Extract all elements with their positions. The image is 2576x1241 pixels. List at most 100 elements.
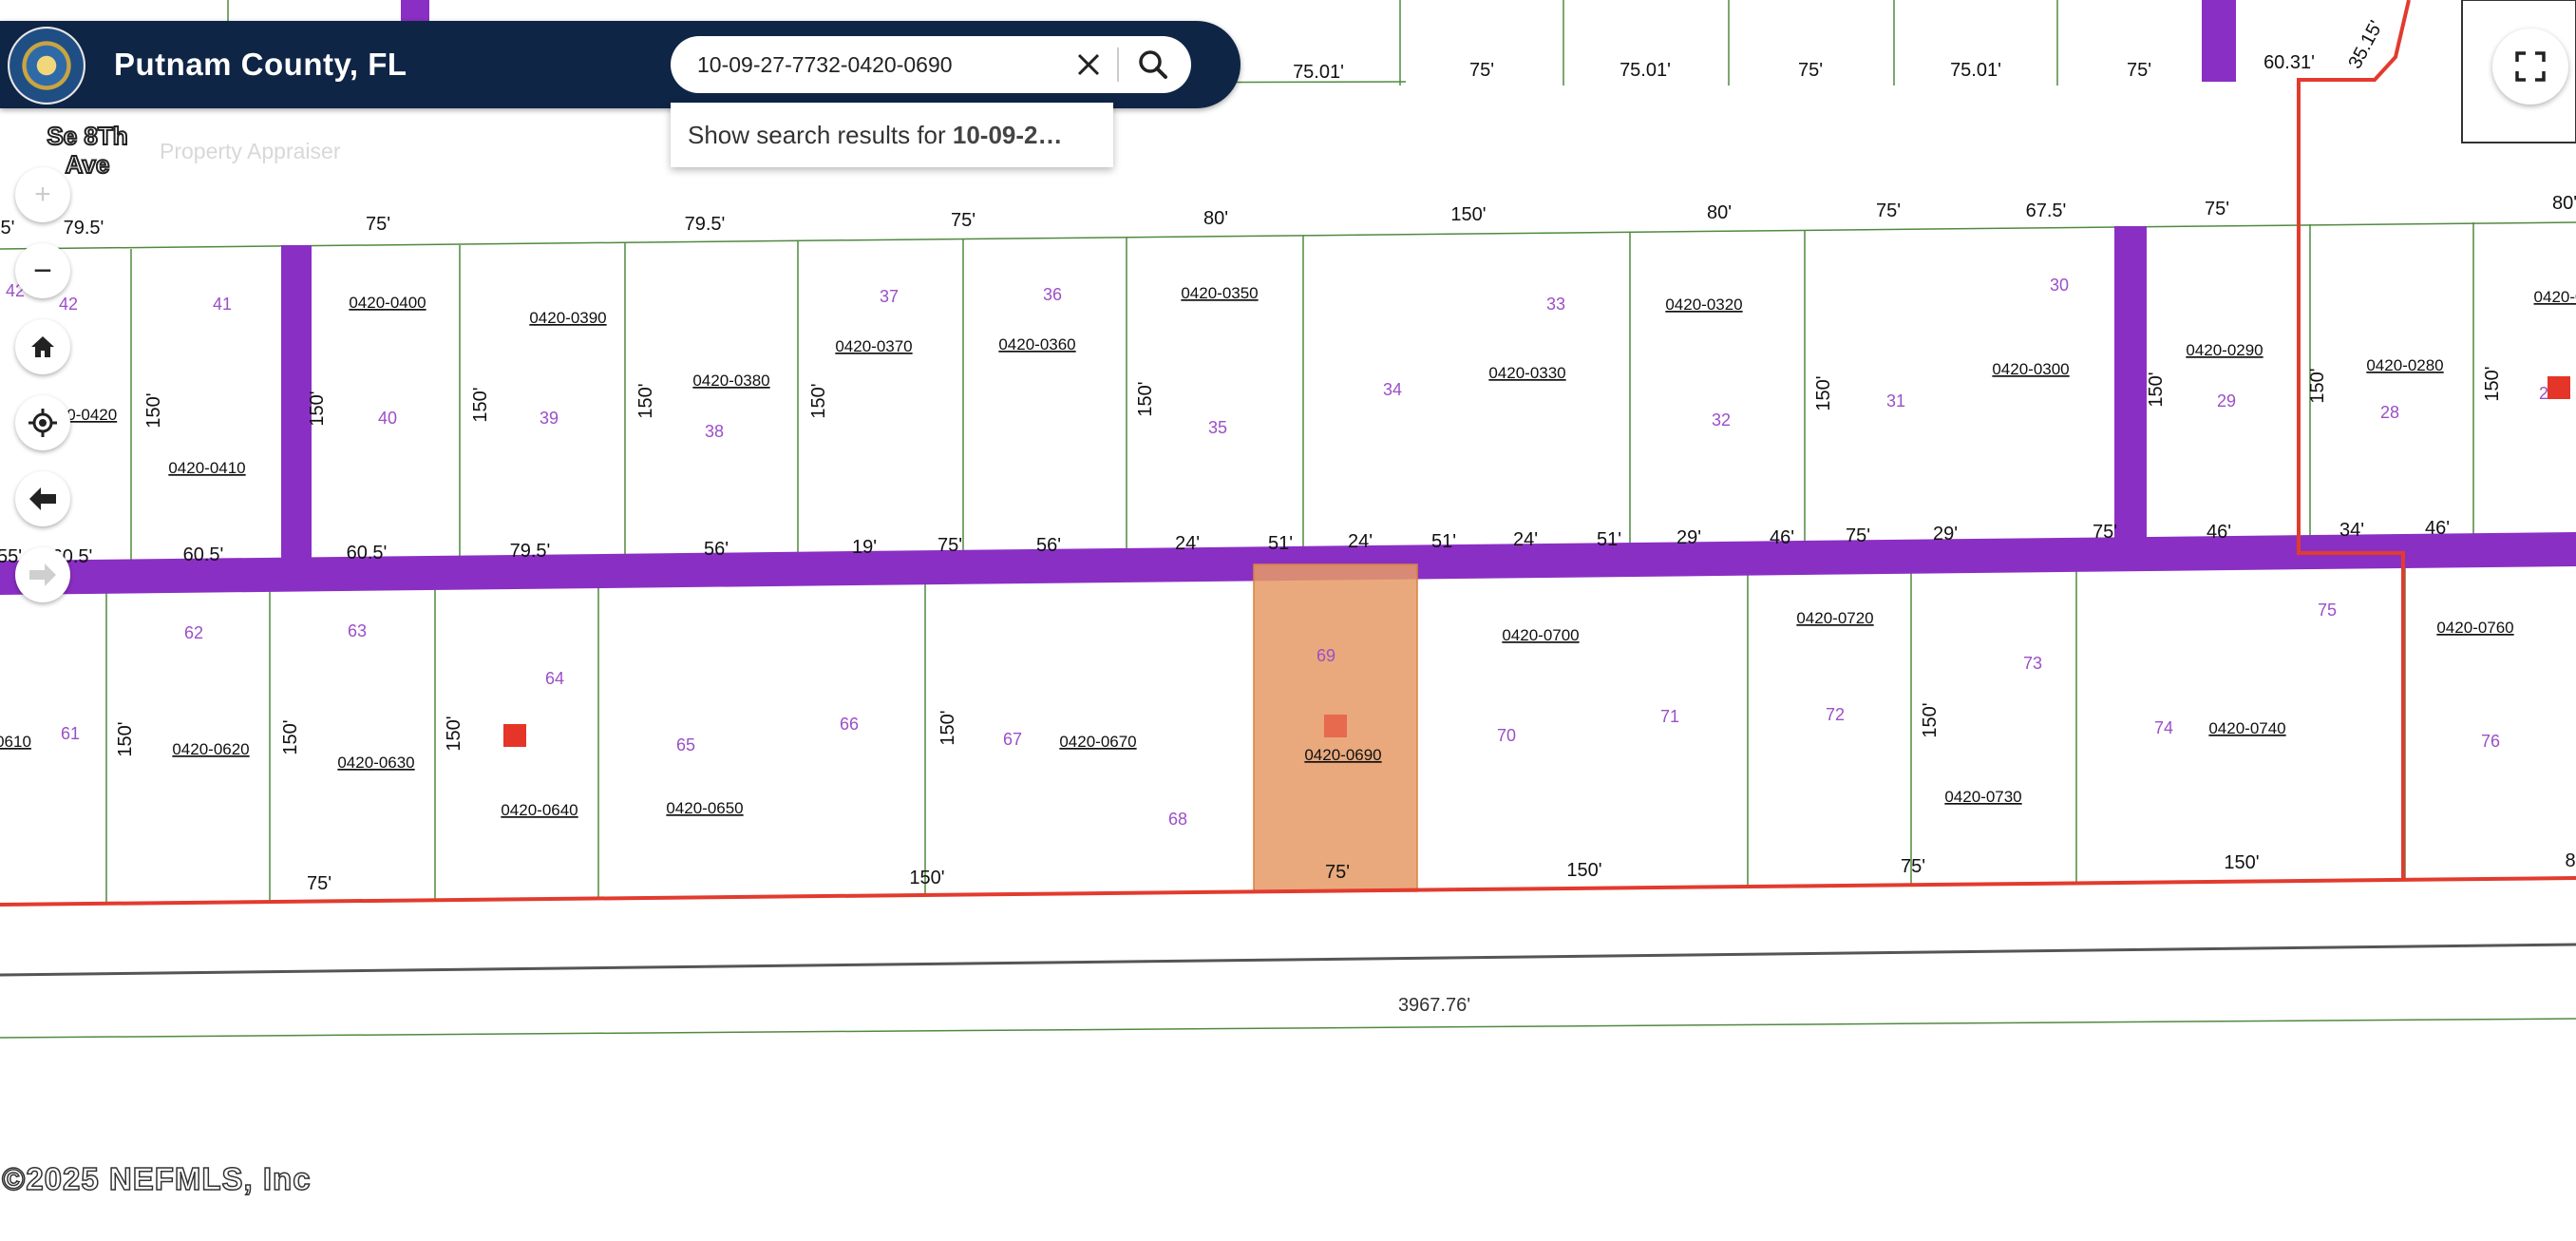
search-button[interactable]: [1132, 44, 1174, 86]
arrow-left-icon: [29, 487, 56, 510]
dimension-label: 150': [444, 716, 464, 751]
dimension-label: 67.5': [2026, 200, 2067, 221]
parcel-id-label[interactable]: 0420-0350: [1181, 284, 1258, 302]
dimension-label: 19': [852, 537, 877, 558]
lot-number-label: 39: [540, 409, 559, 428]
dimension-label: 24': [1175, 533, 1200, 554]
lot-number-label: 37: [880, 287, 899, 306]
parcel-id-label[interactable]: 0420-0740: [2208, 719, 2285, 737]
lot-number-label: 35: [1208, 418, 1227, 437]
search-suggestion[interactable]: Show search results for 10-09-2…: [671, 103, 1113, 167]
zoom-in-button[interactable]: +: [15, 167, 70, 222]
dimension-label: 75': [2205, 199, 2229, 220]
lot-number-label: 72: [1826, 705, 1845, 724]
lot-number-label: 67: [1003, 730, 1022, 749]
dimension-label: 150': [938, 710, 958, 745]
dimension-label: 75': [1846, 525, 1870, 546]
faded-watermark-label: Property Appraiser: [160, 139, 341, 163]
parcel-id-label[interactable]: 0420-0370: [835, 337, 912, 355]
dimension-label: 34': [2339, 520, 2364, 541]
dimension-label: 24': [1513, 529, 1538, 550]
zoom-in-label: +: [34, 179, 51, 210]
dimension-label: 150': [115, 721, 136, 756]
lot-number-label: 73: [2023, 654, 2042, 673]
search-input[interactable]: [697, 36, 1068, 93]
lot-number-label: 34: [1383, 380, 1402, 399]
dimension-label: 80': [1707, 202, 1732, 223]
lot-number-label: 32: [1712, 410, 1731, 430]
parcel-map-canvas[interactable]: 75.01' 75' 75.01' 75' 75.01' 75' 60.31' 35.15' 5…: [0, 0, 2576, 1241]
parcel-id-label[interactable]: 0420-0290: [2186, 341, 2263, 359]
lot-number-label: 36: [1043, 285, 1062, 304]
lot-number-label: 29: [2217, 391, 2236, 410]
parcel-id-label[interactable]: 0420-0620: [172, 740, 249, 758]
search-icon: [1139, 50, 1167, 79]
dimension-label: 75': [307, 873, 331, 894]
zoom-out-button[interactable]: −: [15, 243, 70, 298]
parcel-id-label[interactable]: 0420-0690: [1304, 746, 1381, 764]
dimension-label: 75': [1876, 200, 1901, 221]
parcel-id-label[interactable]: 0420-0300: [1992, 360, 2069, 378]
parcel-id-label[interactable]: 0420-0320: [1665, 296, 1742, 314]
fullscreen-button[interactable]: [2492, 29, 2568, 105]
dimension-label: 150': [635, 383, 656, 418]
search-box[interactable]: [671, 36, 1191, 93]
dimension-label: 56': [1036, 535, 1061, 556]
parcel-map[interactable]: 75.01' 75' 75.01' 75' 75.01' 75' 60.31' 35.15' 5…: [0, 0, 2576, 1241]
road-length-label: 3967.76': [1398, 995, 1470, 1016]
parcel-id-label[interactable]: 0420-0630: [337, 754, 414, 772]
parcel-id-label[interactable]: 0420-0720: [1796, 609, 1873, 627]
dimension-label: 75': [2127, 60, 2151, 81]
lot-number-label: 31: [1886, 391, 1905, 410]
dimension-label: 150': [808, 383, 829, 418]
parcel-id-label[interactable]: 0420-0650: [666, 799, 743, 817]
parcel-id-label[interactable]: 0420-0730: [1944, 788, 2021, 806]
dimension-label: 150': [470, 387, 491, 422]
dimension-label: 75.01': [1293, 62, 1344, 83]
parcel-id-label[interactable]: 0420-0330: [1488, 364, 1565, 382]
lot-number-label: 76: [2481, 732, 2500, 751]
dimension-label: 46': [1770, 527, 1794, 548]
road-edge: [0, 943, 2576, 977]
lot-number-label: 2: [2539, 384, 2548, 403]
clear-search-button[interactable]: [1070, 46, 1108, 84]
lot-number-label: 63: [348, 621, 367, 640]
home-button[interactable]: [15, 319, 70, 374]
suggestion-prefix: Show search results for: [688, 121, 953, 149]
county-seal-logo[interactable]: [8, 27, 85, 105]
dimension-label: 24': [1348, 531, 1373, 552]
parcel-id-label[interactable]: 0420-0: [2534, 288, 2576, 306]
dimension-label: 46': [2207, 522, 2231, 543]
parcel-id-label[interactable]: 0420-0360: [998, 335, 1075, 353]
parcel-id-label[interactable]: 0610: [0, 733, 31, 751]
parcel-id-label[interactable]: 0420-0390: [529, 309, 606, 327]
lot-number-label: 33: [1546, 295, 1565, 314]
back-button[interactable]: [15, 471, 70, 526]
dimension-label: 75': [1901, 856, 1925, 877]
parcel-id-label[interactable]: 0420-0400: [349, 294, 426, 312]
parcel-id-label[interactable]: 0420-0380: [692, 372, 769, 390]
parcel-id-label[interactable]: 0420-0410: [168, 459, 245, 477]
dimension-label: 51': [1268, 533, 1293, 554]
forward-button[interactable]: [15, 547, 70, 602]
dimension-label: 150': [1813, 375, 1834, 410]
dimension-label: 75.01': [1950, 60, 2001, 81]
parcel-id-label[interactable]: 0420-0700: [1502, 626, 1579, 644]
dimension-label: 150': [307, 391, 328, 426]
dimension-label: 150': [280, 719, 301, 754]
lot-number-label: 71: [1660, 707, 1679, 726]
parcel-id-label[interactable]: 0420-0640: [501, 801, 578, 819]
parcel-id-label[interactable]: 0420-0760: [2436, 619, 2513, 637]
dimension-label: 75': [1798, 60, 1823, 81]
dimension-label: 75': [1469, 60, 1494, 81]
dimension-label: 75': [1325, 862, 1350, 883]
dimension-label: 75': [951, 210, 975, 231]
locate-button[interactable]: [15, 395, 70, 450]
parcel-id-label[interactable]: 0420-0670: [1059, 733, 1136, 751]
dimension-label: 150': [2146, 372, 2167, 407]
app-title: Putnam County, FL: [114, 47, 407, 82]
lot-number-label: 62: [184, 623, 203, 642]
dimension-label: 80': [2552, 193, 2576, 214]
lot-number-label: 74: [2154, 718, 2173, 737]
parcel-id-label[interactable]: 0420-0280: [2366, 356, 2443, 374]
